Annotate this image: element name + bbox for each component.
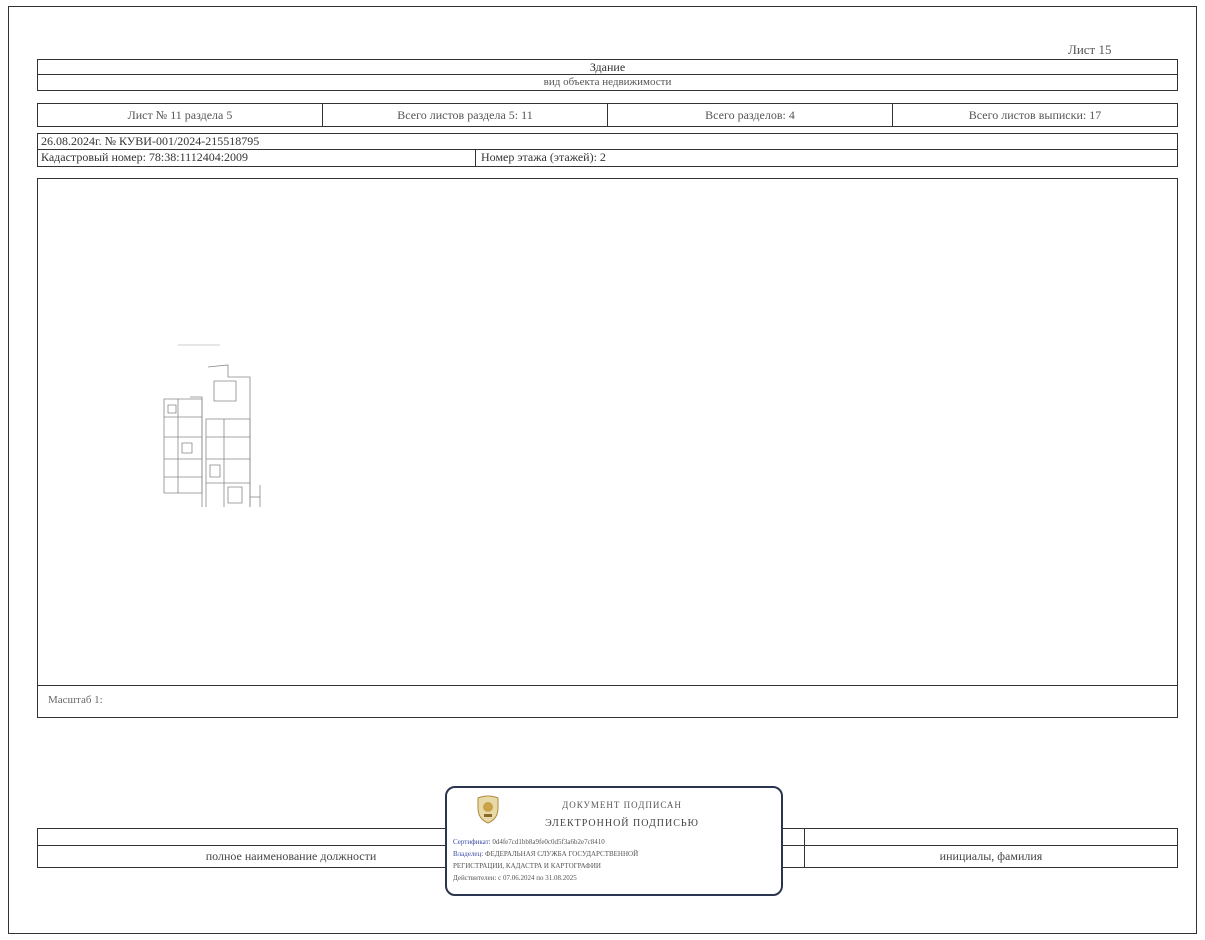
floor-number: Номер этажа (этажей): 2 bbox=[481, 150, 606, 164]
scale-label: Масштаб 1: bbox=[48, 694, 103, 706]
name-caption: инициалы, фамилия bbox=[939, 849, 1043, 863]
sheet-info-row: Лист № 11 раздела 5 Всего листов раздела… bbox=[37, 103, 1178, 127]
e-signature-stamp: ДОКУМЕНТ ПОДПИСАН ЭЛЕКТРОННОЙ ПОДПИСЬЮ С… bbox=[445, 786, 783, 896]
stamp-owner-line: Владелец: ФЕДЕРАЛЬНАЯ СЛУЖБА ГОСУДАРСТВЕ… bbox=[453, 850, 639, 858]
sections-total-cell: Всего разделов: 4 bbox=[608, 104, 893, 126]
stamp-title-line2: ЭЛЕКТРОННОЙ ПОДПИСЬЮ bbox=[545, 818, 699, 829]
object-type: Здание bbox=[37, 59, 1178, 75]
object-type-caption: вид объекта недвижимости bbox=[37, 75, 1178, 91]
stamp-validity-line: Действителен: с 07.06.2024 по 31.08.2025 bbox=[453, 874, 577, 882]
stamp-owner-line-2: РЕГИСТРАЦИИ, КАДАСТРА И КАРТОГРАФИИ bbox=[453, 862, 601, 870]
sheet-label: Лист 15 bbox=[1068, 42, 1112, 57]
name-field bbox=[805, 829, 1177, 845]
record-date-number: 26.08.2024г. № КУВИ-001/2024-215518795 bbox=[37, 133, 1178, 150]
extract-sheets-cell: Всего листов выписки: 17 bbox=[968, 108, 1102, 122]
floor-plan-drawing bbox=[158, 337, 298, 507]
cadastral-number: Кадастровый номер: 78:38:1112404:2009 bbox=[38, 150, 476, 166]
stamp-title-line1: ДОКУМЕНТ ПОДПИСАН bbox=[562, 800, 682, 810]
emblem-icon bbox=[477, 795, 499, 824]
sheet-number-cell: Лист № 11 раздела 5 bbox=[38, 104, 323, 126]
scale-row: Масштаб 1: bbox=[37, 686, 1178, 718]
floor-plan-area bbox=[37, 178, 1178, 686]
stamp-certificate-line: Сертификат: 0d4fe7cd1bb8a9fe0c0d5f3a6b2e… bbox=[453, 838, 605, 846]
position-caption: полное наименование должности bbox=[205, 849, 377, 863]
cadastral-row: Кадастровый номер: 78:38:1112404:2009 Но… bbox=[37, 150, 1178, 167]
section-sheets-cell: Всего листов раздела 5: 11 bbox=[323, 104, 608, 126]
